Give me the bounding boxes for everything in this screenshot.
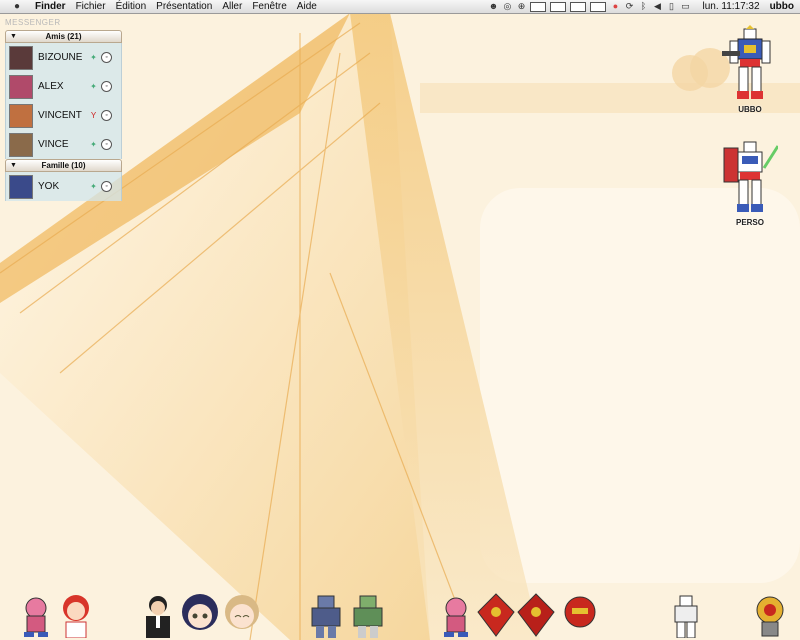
battery-icon[interactable]: ▯ (666, 2, 676, 11)
desktop-icon-label: PERSO (735, 218, 764, 227)
group-name: Famille (10) (41, 161, 86, 170)
contact-name: ALEX (38, 81, 64, 92)
contact-row[interactable]: VINCE ✦ ◦ (5, 130, 122, 159)
status-icon: ✦ (90, 82, 97, 91)
robot-gundam-icon (722, 25, 771, 99)
contact-row[interactable]: ALEX ✦ ◦ (5, 72, 122, 101)
lifebuoy-icon[interactable]: ◎ (502, 2, 512, 11)
contact-name: YOK (38, 181, 60, 192)
contact-row[interactable]: YOK ✦ ◦ (5, 172, 122, 201)
contact-name: BIZOUNE (38, 52, 83, 63)
menu-edition[interactable]: Édition (111, 1, 152, 12)
blue-robot-icon[interactable] (304, 592, 348, 638)
red-robot-3-icon[interactable] (558, 592, 602, 638)
group-header-amis[interactable]: ▼ Amis (21) (5, 30, 122, 43)
robot-shield-icon (723, 141, 780, 212)
blonde-girl-icon[interactable] (220, 592, 264, 638)
volume-icon[interactable]: ◀ (652, 2, 662, 11)
chat-icon[interactable]: ◦ (101, 181, 112, 192)
agent-man-icon[interactable] (136, 592, 180, 638)
red-robot-1-icon[interactable] (474, 592, 518, 638)
status-icon: ✦ (90, 140, 97, 149)
menu-finder[interactable]: Finder (30, 1, 71, 12)
avatar (9, 174, 33, 199)
menu-fenetre[interactable]: Fenêtre (247, 1, 291, 12)
compass-icon[interactable]: ⊕ (516, 2, 526, 11)
desktop-icon-perso[interactable]: PERSO (715, 138, 785, 227)
disclosure-triangle-icon[interactable]: ▼ (10, 160, 17, 171)
group-header-famille[interactable]: ▼ Famille (10) (5, 159, 122, 172)
bluetooth-icon[interactable]: ᛒ (638, 2, 648, 11)
display-icon[interactable]: ▭ (680, 2, 690, 11)
dark-hair-girl-icon[interactable] (178, 592, 222, 638)
space-2-icon[interactable] (550, 1, 567, 12)
status-icon: ✦ (90, 53, 97, 62)
status-icon: Y (90, 111, 97, 120)
avatar (9, 45, 33, 70)
bear-robot-icon[interactable] (14, 592, 58, 638)
menubar-clock[interactable]: lun. 11:17:32 (702, 1, 759, 12)
messenger-title: MESSENGER (5, 18, 61, 27)
gold-robot-icon[interactable] (748, 592, 792, 638)
chat-icon[interactable]: ◦ (101, 81, 112, 92)
menu-aide[interactable]: Aide (292, 1, 322, 12)
disclosure-triangle-icon[interactable]: ▼ (10, 31, 17, 42)
menu-fichier[interactable]: Fichier (71, 1, 111, 12)
chat-icon[interactable]: ◦ (101, 110, 112, 121)
space-1-icon[interactable] (530, 1, 547, 12)
space-3-icon[interactable] (570, 1, 587, 12)
menu-bar: ● Finder Fichier Édition Présentation Al… (0, 0, 800, 14)
bear-robot-2-icon[interactable] (434, 592, 478, 638)
red-robot-2-icon[interactable] (514, 592, 558, 638)
avatar (9, 74, 33, 99)
green-robot-icon[interactable] (346, 592, 390, 638)
flag-icon[interactable]: ● (610, 2, 620, 11)
red-hair-girl-icon[interactable] (54, 592, 98, 638)
status-menu-extras: ☻ ◎ ⊕ ● ⟳ ᛒ ◀ ▯ ▭ lun. 11:17:32 ubbo (488, 1, 800, 12)
contact-row[interactable]: BIZOUNE ✦ ◦ (5, 43, 122, 72)
character-dock (0, 592, 800, 640)
messenger-panel: MESSENGER ▼ Amis (21) BIZOUNE ✦ ◦ ALEX ✦… (5, 18, 122, 201)
avatar (9, 103, 33, 128)
desktop-icon-ubbo[interactable]: UBBO (715, 25, 785, 114)
group-name: Amis (21) (45, 32, 82, 41)
menu-aller[interactable]: Aller (217, 1, 247, 12)
avatar (9, 132, 33, 157)
desktop-icon-label: UBBO (738, 105, 762, 114)
status-icon: ✦ (90, 182, 97, 191)
menu-presentation[interactable]: Présentation (151, 1, 217, 12)
chat-icon[interactable]: ◦ (101, 139, 112, 150)
apple-icon[interactable]: ● (10, 1, 24, 12)
chat-icon[interactable]: ◦ (101, 52, 112, 63)
contact-row[interactable]: VINCENT Y ◦ (5, 101, 122, 130)
menubar-user[interactable]: ubbo (770, 1, 794, 12)
alien-icon[interactable]: ☻ (488, 2, 498, 11)
contact-name: VINCE (38, 139, 69, 150)
contact-name: VINCENT (38, 110, 82, 121)
white-gundam-icon[interactable] (664, 592, 708, 638)
space-4-icon[interactable] (590, 1, 607, 12)
sync-icon[interactable]: ⟳ (624, 2, 634, 11)
